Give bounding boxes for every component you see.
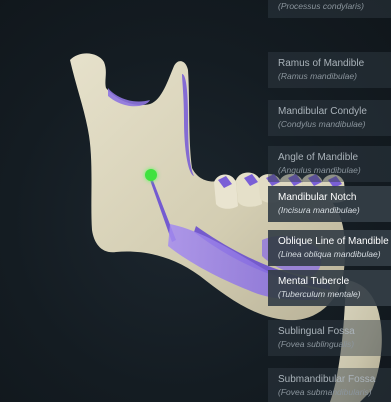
label-latin: (Condylus mandibulae) bbox=[278, 119, 366, 129]
label-oblique-line[interactable]: Oblique Line of Mandible (Linea obliqua … bbox=[268, 230, 391, 266]
label-name: Sublingual Fossa bbox=[278, 326, 355, 337]
label-list: (Processus condylaris) Ramus of Mandible… bbox=[268, 0, 391, 402]
label-name: Angle of Mandible bbox=[278, 152, 359, 163]
label-latin: (Processus condylaris) bbox=[278, 1, 364, 11]
label-mental-tubercle[interactable]: Mental Tubercle (Tuberculum mentale) bbox=[268, 270, 391, 306]
label-latin: (Fovea sublingualis) bbox=[278, 339, 355, 349]
label-mandibular-condyle[interactable]: Mandibular Condyle (Condylus mandibulae) bbox=[268, 100, 391, 136]
label-angle-of-mandible[interactable]: Angle of Mandible (Angulus mandibulae) bbox=[268, 146, 391, 182]
label-ramus-of-mandible[interactable]: Ramus of Mandible (Ramus mandibulae) bbox=[268, 52, 391, 88]
label-latin: (Angulus mandibulae) bbox=[278, 165, 361, 175]
cursor-dot bbox=[145, 169, 157, 181]
label-sublingual-fossa[interactable]: Sublingual Fossa (Fovea sublingualis) bbox=[268, 320, 391, 356]
label-name: Ramus of Mandible bbox=[278, 58, 365, 69]
label-latin: (Ramus mandibulae) bbox=[278, 71, 357, 81]
label-name: Submandibular Fossa bbox=[278, 374, 376, 385]
label-name: Mental Tubercle bbox=[278, 276, 350, 287]
label-latin: (Tuberculum mentale) bbox=[278, 289, 361, 299]
label-mandibular-notch[interactable]: Mandibular Notch (Incisura mandibulae) bbox=[268, 186, 391, 222]
label-latin: (Incisura mandibulae) bbox=[278, 205, 360, 215]
label-submandibular-fossa[interactable]: Submandibular Fossa (Fovea submandibular… bbox=[268, 368, 391, 402]
label-latin: (Linea obliqua mandibulae) bbox=[278, 249, 381, 259]
label-name: Oblique Line of Mandible bbox=[278, 236, 389, 247]
label-name: Mandibular Notch bbox=[278, 192, 357, 203]
3d-viewport[interactable]: (Processus condylaris) Ramus of Mandible… bbox=[0, 0, 391, 402]
label-name: Mandibular Condyle bbox=[278, 106, 367, 117]
label-condylar-process[interactable]: (Processus condylaris) bbox=[268, 0, 391, 18]
label-latin: (Fovea submandibularis) bbox=[278, 387, 372, 397]
